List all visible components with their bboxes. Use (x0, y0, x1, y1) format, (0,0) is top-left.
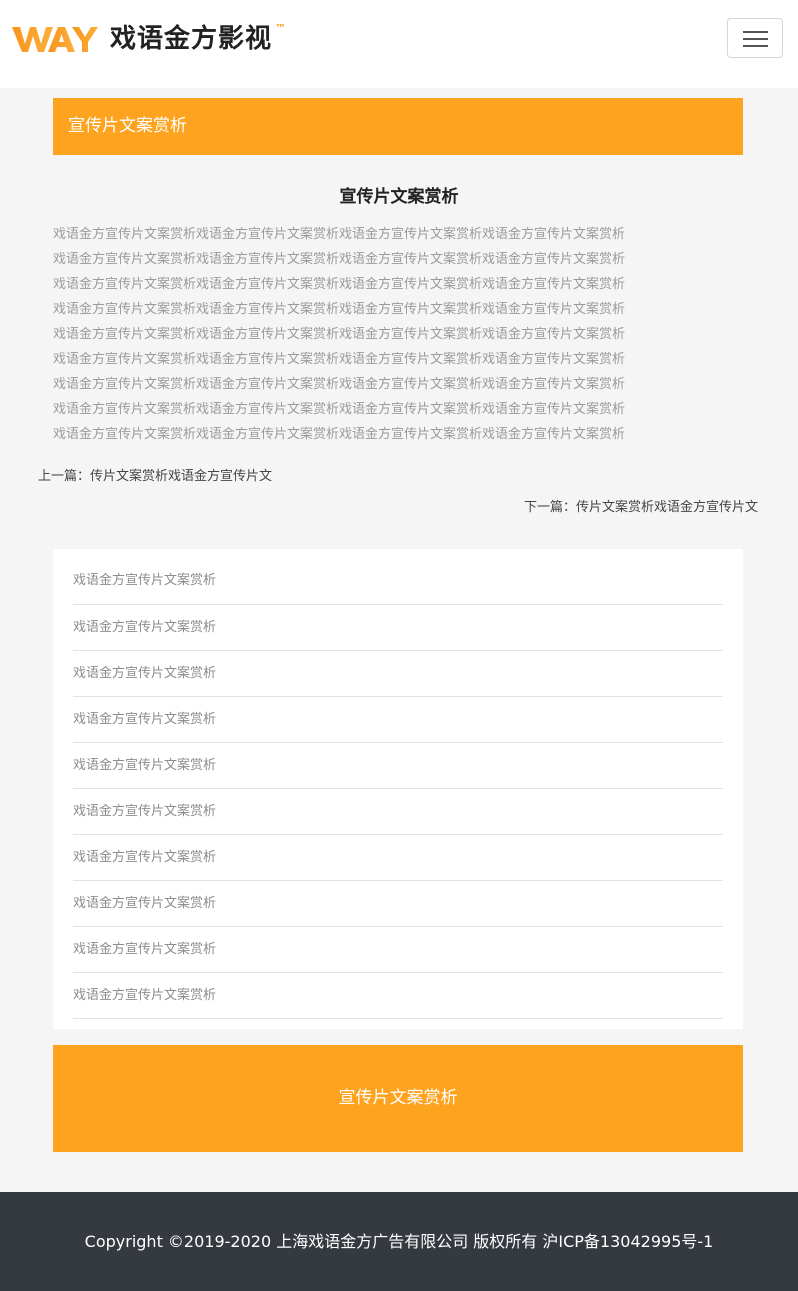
hamburger-menu-icon (743, 31, 768, 33)
article-paragraph-line: 戏语金方宣传片文案赏析戏语金方宣传片文案赏析戏语金方宣传片文案赏析戏语金方宣传片… (53, 327, 626, 342)
list-item[interactable]: 戏语金方宣传片文案赏析 (73, 651, 723, 697)
article-paragraph-line: 戏语金方宣传片文案赏析戏语金方宣传片文案赏析戏语金方宣传片文案赏析戏语金方宣传片… (53, 352, 626, 367)
list-item[interactable]: 戏语金方宣传片文案赏析 (73, 927, 723, 973)
list-item[interactable]: 戏语金方宣传片文案赏析 (73, 881, 723, 927)
list-item[interactable]: 戏语金方宣传片文案赏析 (73, 835, 723, 881)
article-paragraph-line: 戏语金方宣传片文案赏析戏语金方宣传片文案赏析戏语金方宣传片文案赏析戏语金方宣传片… (53, 402, 626, 417)
hamburger-menu-button[interactable] (727, 18, 783, 58)
list-item[interactable]: 戏语金方宣传片文案赏析 (73, 605, 723, 651)
footer-copyright: Copyright ©2019-2020 上海戏语金方广告有限公司 版权所有 沪… (0, 1192, 798, 1291)
hamburger-menu-icon (743, 38, 768, 40)
article-paragraph-line: 戏语金方宣传片文案赏析戏语金方宣传片文案赏析戏语金方宣传片文案赏析戏语金方宣传片… (53, 377, 626, 392)
list-item[interactable]: 戏语金方宣传片文案赏析 (73, 973, 723, 1019)
article-paragraph-line: 戏语金方宣传片文案赏析戏语金方宣传片文案赏析戏语金方宣传片文案赏析戏语金方宣传片… (53, 277, 626, 292)
article-paragraph-line: 戏语金方宣传片文案赏析戏语金方宣传片文案赏析戏语金方宣传片文案赏析戏语金方宣传片… (53, 427, 626, 442)
site-logo[interactable]: 戏语金方影视 ™ (12, 19, 286, 59)
article-title: 宣传片文案赏析 (339, 187, 459, 207)
way-logo-mark (12, 24, 102, 54)
trademark-mark: ™ (275, 21, 287, 35)
related-articles-list: 戏语金方宣传片文案赏析 戏语金方宣传片文案赏析 戏语金方宣传片文案赏析 戏语金方… (53, 549, 743, 1029)
article-paragraph-line: 戏语金方宣传片文案赏析戏语金方宣传片文案赏析戏语金方宣传片文案赏析戏语金方宣传片… (53, 252, 626, 267)
article-paragraph-line: 戏语金方宣传片文案赏析戏语金方宣传片文案赏析戏语金方宣传片文案赏析戏语金方宣传片… (53, 302, 626, 317)
article-body: 戏语金方宣传片文案赏析戏语金方宣传片文案赏析戏语金方宣传片文案赏析戏语金方宣传片… (53, 222, 673, 447)
article-paragraph-line: 戏语金方宣传片文案赏析戏语金方宣传片文案赏析戏语金方宣传片文案赏析戏语金方宣传片… (53, 227, 626, 242)
next-article-link[interactable]: 下一篇：传片文案赏析戏语金方宣传片文 (524, 497, 758, 519)
list-item[interactable]: 戏语金方宣传片文案赏析 (73, 549, 723, 605)
list-item[interactable]: 戏语金方宣传片文案赏析 (73, 789, 723, 835)
section-banner: 宣传片文案赏析 (53, 98, 743, 155)
cta-banner-button[interactable]: 宣传片文案赏析 (53, 1045, 743, 1152)
brand-name: 戏语金方影视 (110, 24, 273, 54)
top-navbar: 戏语金方影视 ™ (0, 0, 798, 88)
list-item[interactable]: 戏语金方宣传片文案赏析 (73, 743, 723, 789)
list-item[interactable]: 戏语金方宣传片文案赏析 (73, 697, 723, 743)
hamburger-menu-icon (743, 45, 768, 47)
previous-article-link[interactable]: 上一篇：传片文案赏析戏语金方宣传片文 (38, 466, 272, 488)
